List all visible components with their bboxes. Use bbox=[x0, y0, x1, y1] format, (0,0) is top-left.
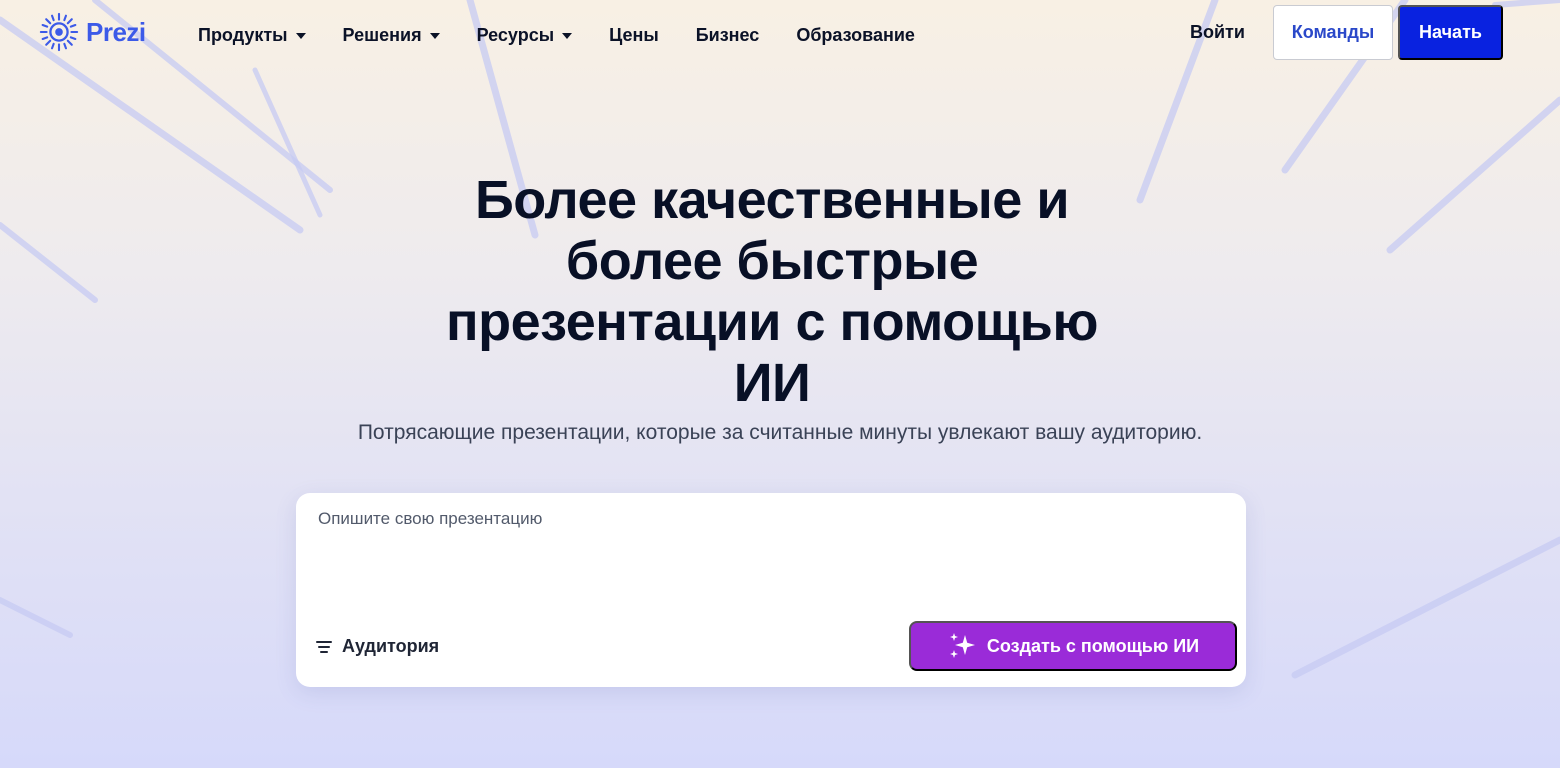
site-header: Prezi Продукты Решения Ресурсы Цены Бизн… bbox=[0, 0, 1560, 68]
sparkle-icon bbox=[949, 633, 975, 658]
nav-item-education[interactable]: Образование bbox=[796, 25, 915, 46]
caret-down-icon bbox=[429, 33, 440, 39]
nav-item-label: Образование bbox=[796, 24, 915, 45]
nav-item-pricing[interactable]: Цены bbox=[609, 25, 659, 46]
brand-name: Prezi bbox=[86, 16, 146, 47]
nav-item-resources[interactable]: Ресурсы bbox=[477, 25, 573, 46]
create-with-ai-label: Создать с помощью ИИ bbox=[986, 635, 1200, 656]
nav-item-products[interactable]: Продукты bbox=[198, 25, 306, 46]
nav-item-label: Продукты bbox=[198, 24, 288, 45]
filter-icon bbox=[316, 640, 332, 653]
prompt-card: Аудитория Создать с помощью ИИ bbox=[296, 493, 1246, 687]
start-button[interactable]: Начать bbox=[1398, 5, 1503, 60]
hero-subtitle: Потрясающие презентации, которые за счит… bbox=[357, 421, 1203, 444]
audience-button[interactable]: Аудитория bbox=[316, 636, 439, 657]
nav-item-label: Ресурсы bbox=[476, 24, 555, 45]
login-link[interactable]: Войти bbox=[1190, 22, 1245, 43]
nav-item-label: Решения bbox=[342, 24, 422, 45]
nav-item-label: Бизнес bbox=[695, 24, 760, 45]
create-with-ai-button[interactable]: Создать с помощью ИИ bbox=[909, 621, 1237, 671]
prezi-logo-icon bbox=[39, 12, 79, 52]
caret-down-icon bbox=[295, 33, 306, 39]
teams-button[interactable]: Команды bbox=[1273, 5, 1393, 60]
presentation-description-input[interactable] bbox=[318, 509, 1218, 609]
nav-item-business[interactable]: Бизнес bbox=[696, 25, 760, 46]
hero-title: Более качественные и более быстрые презе… bbox=[445, 170, 1099, 413]
audience-label: Аудитория bbox=[342, 636, 440, 656]
nav-item-label: Цены bbox=[609, 24, 659, 45]
nav-item-solutions[interactable]: Решения bbox=[343, 25, 440, 46]
prezi-logo[interactable]: Prezi bbox=[38, 10, 146, 54]
main-nav: Продукты Решения Ресурсы Цены Бизнес Обр… bbox=[198, 22, 915, 48]
caret-down-icon bbox=[562, 33, 573, 39]
